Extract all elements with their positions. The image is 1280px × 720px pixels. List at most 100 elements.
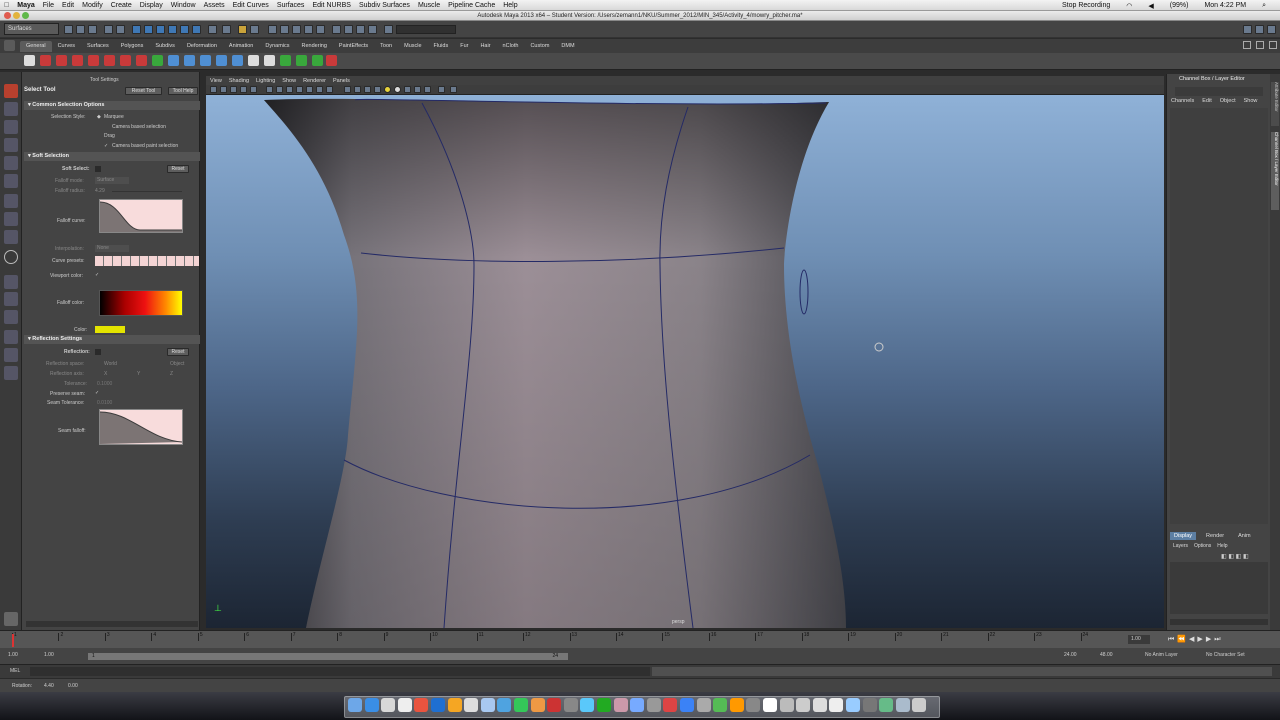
reflection-settings-header[interactable]: ▾ Reflection Settings [24, 335, 200, 344]
layer-tab-display[interactable]: Display [1170, 532, 1197, 540]
apple-icon[interactable]:  [4, 2, 9, 9]
menu-edit[interactable]: Edit [62, 2, 74, 9]
range-slider[interactable]: 1 24 [88, 653, 568, 660]
rotate-tool-icon[interactable] [4, 156, 18, 170]
shelf-delete-history-icon[interactable] [296, 55, 307, 66]
dock-stickies-icon[interactable] [796, 698, 811, 712]
layer-tab-render[interactable]: Render [1198, 532, 1232, 540]
shelf-tab-dmm[interactable]: DMM [555, 41, 580, 52]
safe-title-icon[interactable] [326, 86, 333, 93]
safe-action-icon[interactable] [316, 86, 323, 93]
dock-automator-icon[interactable] [746, 698, 761, 712]
dock-garageband-icon[interactable] [729, 698, 744, 712]
new-scene-icon[interactable] [64, 25, 73, 34]
dock-contacts-icon[interactable] [829, 698, 844, 712]
quick-layout-icon[interactable] [4, 612, 18, 626]
dock-downloads-icon[interactable] [846, 698, 860, 712]
select-hierarchy-icon[interactable] [104, 25, 113, 34]
step-back-key-icon[interactable]: ⏪ [1177, 636, 1189, 643]
app-menu[interactable]: Maya [17, 2, 35, 9]
shelf-snap-icon[interactable] [184, 55, 195, 66]
xray-joints-icon[interactable] [414, 86, 421, 93]
shelf-help-icon[interactable] [40, 55, 51, 66]
falloff-mode-select[interactable]: Surface [95, 177, 129, 184]
color-swatch[interactable] [95, 326, 125, 333]
shelf-group-icon[interactable] [232, 55, 243, 66]
channel-box-side-tab[interactable]: Channel Box / Layer Editor [1271, 132, 1279, 210]
last-tool-icon[interactable] [4, 250, 18, 264]
soft-reset-button[interactable]: Reset [167, 165, 189, 173]
falloff-radius-slider[interactable] [112, 191, 182, 192]
spotlight-icon[interactable]: ⌕ [1262, 2, 1266, 10]
high-quality-icon[interactable] [450, 86, 457, 93]
camera-paint-selection-checkbox[interactable]: Camera based paint selection [112, 143, 178, 149]
lasso-tool-icon[interactable] [4, 102, 18, 116]
ipr-render-icon[interactable] [356, 25, 365, 34]
menu-window[interactable]: Window [171, 2, 196, 9]
dock-calculator-icon[interactable] [812, 698, 827, 712]
show-tool-settings-icon[interactable] [1255, 25, 1264, 34]
layout-graph-icon[interactable] [4, 348, 18, 362]
menu-subdiv-surfaces[interactable]: Subdiv Surfaces [359, 2, 410, 9]
menu-display[interactable]: Display [140, 2, 163, 9]
viewport-menu-renderer[interactable]: Renderer [303, 78, 326, 84]
end-time-field[interactable]: 48.00 [1100, 652, 1113, 658]
attribute-editor-side-tab[interactable]: Attribute Editor [1271, 82, 1279, 126]
layer-list[interactable] [1170, 562, 1268, 614]
wifi-icon[interactable]: ◠ [1126, 2, 1132, 10]
shelf-tab-deformation[interactable]: Deformation [181, 41, 223, 52]
shelf-tab-fur[interactable]: Fur [454, 41, 474, 52]
tool-help-button[interactable]: Tool Help [168, 87, 198, 95]
stop-recording-item[interactable]: Stop Recording [1062, 2, 1110, 9]
smooth-shade-icon[interactable] [354, 86, 361, 93]
dock-pages-icon[interactable] [630, 698, 645, 712]
save-scene-icon[interactable] [88, 25, 97, 34]
dock-folder-icon[interactable] [895, 698, 910, 712]
viewport-menu-shading[interactable]: Shading [229, 78, 249, 84]
isolate-select-icon[interactable] [438, 86, 445, 93]
seam-tolerance-field[interactable]: 0.0100 [97, 400, 112, 406]
go-to-end-icon[interactable]: ⏭ [1214, 636, 1223, 643]
shelf-loop-tool-icon[interactable] [56, 55, 67, 66]
channels-menu[interactable]: Channels [1171, 98, 1194, 104]
bookmark-icon[interactable] [230, 86, 237, 93]
shelf-append-icon[interactable] [152, 55, 163, 66]
select-tool-icon[interactable] [4, 84, 18, 98]
shelf-tab-fluids[interactable]: Fluids [428, 41, 455, 52]
select-by-render-icon[interactable] [208, 25, 217, 34]
axis-y-radio[interactable]: Y [137, 371, 140, 377]
perspective-viewport[interactable]: ⊥ persp [206, 95, 1164, 628]
dock-dvdplayer-icon[interactable] [779, 698, 794, 712]
mel-label[interactable]: MEL [10, 668, 20, 674]
reflection-reset-button[interactable]: Reset [167, 348, 189, 356]
dock-xcode-icon[interactable] [680, 698, 694, 712]
dock-facetime-icon[interactable] [480, 698, 495, 712]
start-time-field[interactable]: 1.00 [8, 652, 18, 658]
drag-radio[interactable]: Drag [104, 133, 115, 139]
shelf-tab-surfaces[interactable]: Surfaces [81, 41, 115, 52]
shelf-slice-tool-icon[interactable] [104, 55, 115, 66]
dock-sysprefs-icon[interactable] [547, 698, 562, 712]
cb-show-menu[interactable]: Show [1244, 98, 1258, 104]
close-window-button[interactable] [4, 12, 11, 19]
shelf-bevel-tool-icon[interactable] [136, 55, 147, 66]
select-by-deformer-icon[interactable] [180, 25, 189, 34]
panel-layout-single-icon[interactable] [1243, 41, 1251, 49]
film-gate-icon[interactable] [276, 86, 283, 93]
panel-layout-two-icon[interactable] [1269, 41, 1277, 49]
universal-manip-icon[interactable] [4, 194, 18, 208]
layers-menu[interactable]: Layers [1173, 543, 1188, 549]
layout-persp-outliner-icon[interactable] [4, 330, 18, 344]
render-settings-icon[interactable] [368, 25, 377, 34]
falloff-curve-graph[interactable] [99, 199, 183, 233]
render-current-frame-icon[interactable] [344, 25, 353, 34]
shadows-icon[interactable] [394, 86, 401, 93]
reset-tool-button[interactable]: Reset Tool [125, 87, 162, 95]
zoom-window-button[interactable] [22, 12, 29, 19]
layer-tab-anim[interactable]: Anim [1234, 532, 1255, 540]
dock-mail-icon[interactable] [397, 698, 412, 712]
select-by-handle-icon[interactable] [132, 25, 141, 34]
shelf-tab-custom[interactable]: Custom [524, 41, 555, 52]
dock-terminal-icon[interactable] [530, 698, 545, 712]
viewport-menu-lighting[interactable]: Lighting [256, 78, 275, 84]
